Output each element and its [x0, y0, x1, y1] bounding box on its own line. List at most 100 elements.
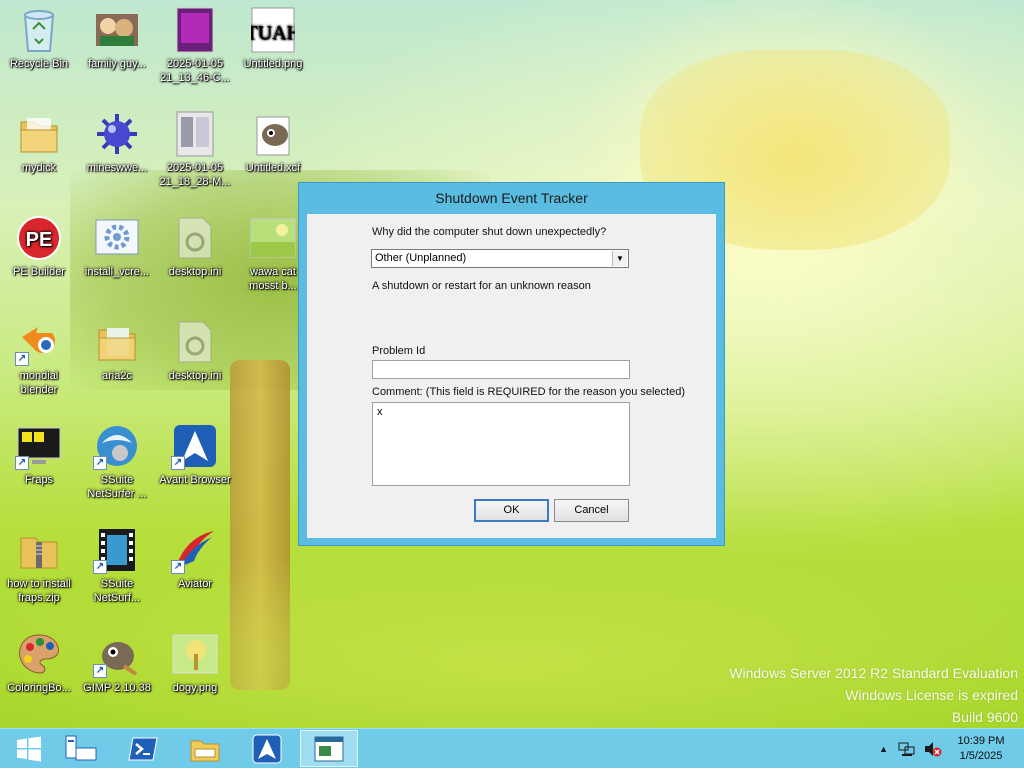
- comment-label: Comment: (This field is REQUIRED for the…: [372, 386, 686, 398]
- taskbar-server-manager[interactable]: [52, 730, 110, 767]
- reason-description: A shutdown or restart for an unknown rea…: [372, 280, 591, 292]
- ini-file-icon: [171, 318, 219, 366]
- desktop-icon-coloringbook[interactable]: ColoringBo...: [0, 630, 78, 695]
- svg-text:PE: PE: [26, 229, 53, 251]
- desktop-icon-aviator[interactable]: ↗ Aviator: [156, 526, 234, 591]
- desktop-icon-dogy-png[interactable]: dogy.png: [156, 630, 234, 695]
- comment-textarea[interactable]: x: [372, 402, 630, 486]
- desktop-icon-label: mondial blender: [19, 370, 59, 396]
- desktop-icon-label: mydick: [21, 162, 57, 174]
- desktop-icon-minesweeper[interactable]: mineswwe...: [78, 110, 156, 175]
- desktop-icon-label: family guy...: [88, 58, 146, 70]
- desktop-icon-install-vcre[interactable]: install_vcre...: [78, 214, 156, 279]
- start-button[interactable]: [0, 730, 58, 767]
- ini-file-icon: [171, 214, 219, 262]
- image-file-icon: [93, 6, 141, 54]
- taskbar-file-explorer[interactable]: [176, 730, 234, 767]
- volume-muted-icon[interactable]: [920, 741, 946, 757]
- pe-builder-icon: PE: [15, 214, 63, 262]
- desktop-icon-label: install_vcre...: [84, 266, 150, 278]
- shortcut-arrow-icon: ↗: [15, 456, 29, 470]
- folder-icon: [15, 110, 63, 158]
- desktop-icon-mydick[interactable]: mydick: [0, 110, 78, 175]
- taskbar: ▲ 10:39 PM 1/5/2025: [0, 728, 1024, 768]
- desktop-icon-untitled-xcf[interactable]: Untitled.xcf: [234, 110, 312, 175]
- desktop-icon-ssuite-netsurfer[interactable]: ↗ SSuite NetSurfer ...: [78, 422, 156, 501]
- file-explorer-icon: [190, 740, 220, 761]
- taskbar-shutdown-event-tracker[interactable]: [300, 730, 358, 767]
- desktop-icon-label: Aviator: [177, 578, 213, 590]
- dialog-title[interactable]: Shutdown Event Tracker: [299, 183, 724, 213]
- shutdown-event-tracker-dialog: Shutdown Event Tracker Why did the compu…: [298, 182, 725, 546]
- blender-icon: ↗: [15, 318, 63, 366]
- avant-browser-icon: ↗: [171, 422, 219, 470]
- gimp-icon: ↗: [93, 630, 141, 678]
- desktop-icon-label: 2025-01-05 21_18_28-M...: [159, 162, 231, 188]
- desktop-icon-family-guy[interactable]: family guy...: [78, 6, 156, 71]
- desktop-icon-recycle-bin[interactable]: Recycle Bin: [0, 6, 78, 71]
- clock-date: 1/5/2025: [959, 750, 1003, 762]
- watermark-license: Windows License is expired: [845, 687, 1018, 703]
- ok-button[interactable]: OK: [474, 499, 549, 522]
- show-hidden-icons-chevron-icon[interactable]: ▲: [873, 744, 894, 754]
- desktop-icon-label: Untitled.png: [243, 58, 303, 70]
- avant-browser-icon: [252, 734, 282, 763]
- reason-selected-value: Other (Unplanned): [375, 252, 467, 264]
- image-file-icon: [249, 214, 297, 262]
- shortcut-arrow-icon: ↗: [93, 560, 107, 574]
- show-desktop-button[interactable]: [1016, 729, 1024, 769]
- powershell-icon: [128, 737, 158, 760]
- server-manager-icon: [65, 735, 97, 760]
- dropdown-arrow-icon[interactable]: ▼: [612, 251, 627, 266]
- desktop-icon-label: Fraps: [24, 474, 54, 486]
- desktop-icon-gimp[interactable]: ↗ GIMP 2.10.38: [78, 630, 156, 695]
- watermark-build: Build 9600: [951, 709, 1018, 725]
- film-icon: ↗: [93, 526, 141, 574]
- desktop-icon-screenshot-2[interactable]: 2025-01-05 21_18_28-M...: [156, 110, 234, 189]
- desktop-icon-how-to-install-fraps[interactable]: how to install fraps.zip: [0, 526, 78, 605]
- image-file-icon: [171, 630, 219, 678]
- desktop-icon-label: 2025-01-05 21_13_46-C...: [160, 58, 230, 84]
- desktop-icon-pe-builder[interactable]: PE PE Builder: [0, 214, 78, 279]
- desktop-icon-label: SSuite NetSurfer ...: [87, 474, 147, 500]
- fraps-icon: ↗: [15, 422, 63, 470]
- reason-dropdown[interactable]: Other (Unplanned) ▼: [371, 249, 629, 268]
- desktop-icon-untitled-png[interactable]: TUAH Untitled.png: [234, 6, 312, 71]
- desktop-icon-mondial-blender[interactable]: ↗ mondial blender: [0, 318, 78, 397]
- shortcut-arrow-icon: ↗: [171, 560, 185, 574]
- desktop-icon-aria2c[interactable]: aria2c: [78, 318, 156, 383]
- network-icon[interactable]: [894, 741, 920, 757]
- clock[interactable]: 10:39 PM 1/5/2025: [946, 734, 1016, 764]
- desktop-icon-desktop-ini-2[interactable]: desktop.ini: [156, 318, 234, 383]
- taskbar-avant-browser[interactable]: [238, 730, 296, 767]
- svg-text:TUAH: TUAH: [251, 22, 295, 44]
- screenshot-icon: [171, 110, 219, 158]
- shortcut-arrow-icon: ↗: [93, 664, 107, 678]
- desktop-icon-label: dogy.png: [172, 682, 218, 694]
- desktop-icon-ssuite-netsurf[interactable]: ↗ SSuite NetSurf...: [78, 526, 156, 605]
- desktop-icon-label: Avant Browser: [159, 474, 231, 486]
- problem-id-label: Problem Id: [372, 345, 426, 357]
- shortcut-arrow-icon: ↗: [15, 352, 29, 366]
- desktop-icon-label: Untitled.xcf: [245, 162, 301, 174]
- desktop-icon-avant-browser[interactable]: ↗ Avant Browser: [156, 422, 234, 487]
- screenshot-icon: [171, 6, 219, 54]
- desktop-icon-label: PE Builder: [13, 266, 65, 278]
- desktop-icon-label: mineswwe...: [86, 162, 148, 174]
- desktop-icon-desktop-ini-1[interactable]: desktop.ini: [156, 214, 234, 279]
- system-tray: ▲ 10:39 PM 1/5/2025: [873, 729, 1024, 769]
- desktop-icon-label: ColoringBo...: [7, 682, 71, 694]
- clock-time: 10:39 PM: [957, 735, 1005, 747]
- dialog-client-area: Why did the computer shut down unexpecte…: [307, 214, 716, 538]
- folder-icon: [93, 318, 141, 366]
- desktop-icon-label: desktop.ini: [168, 370, 222, 382]
- zip-folder-icon: [15, 526, 63, 574]
- cancel-button[interactable]: Cancel: [554, 499, 629, 522]
- taskbar-powershell[interactable]: [114, 730, 172, 767]
- desktop-icon-screenshot-1[interactable]: 2025-01-05 21_13_46-C...: [156, 6, 234, 85]
- windows-logo-icon: [17, 736, 41, 761]
- desktop-icon-label: how to install fraps.zip: [7, 578, 71, 604]
- problem-id-field[interactable]: [372, 360, 630, 379]
- desktop-icon-label: aria2c: [102, 370, 132, 382]
- desktop-icon-fraps[interactable]: ↗ Fraps: [0, 422, 78, 487]
